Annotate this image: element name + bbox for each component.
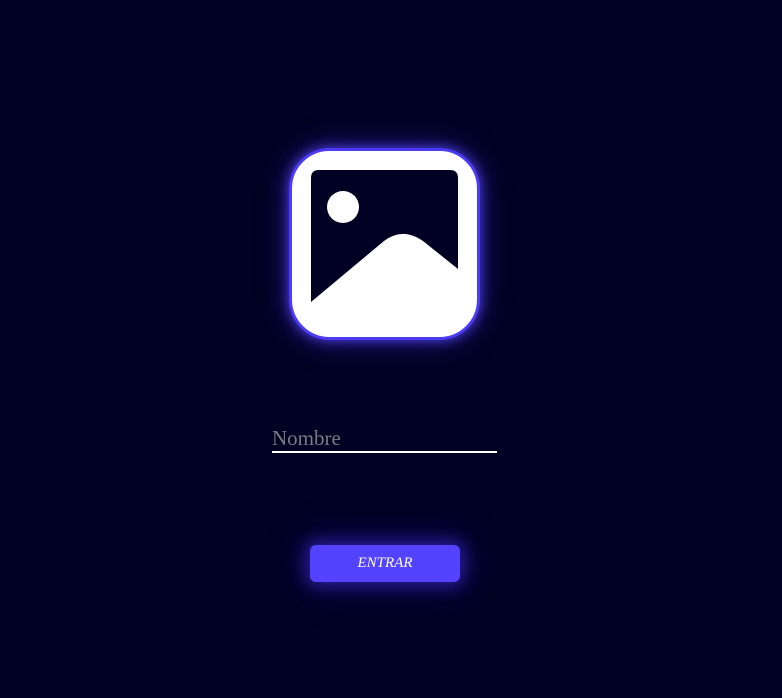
image-icon xyxy=(289,148,480,340)
enter-button[interactable]: ENTRAR xyxy=(310,545,460,582)
name-input[interactable] xyxy=(272,426,497,453)
